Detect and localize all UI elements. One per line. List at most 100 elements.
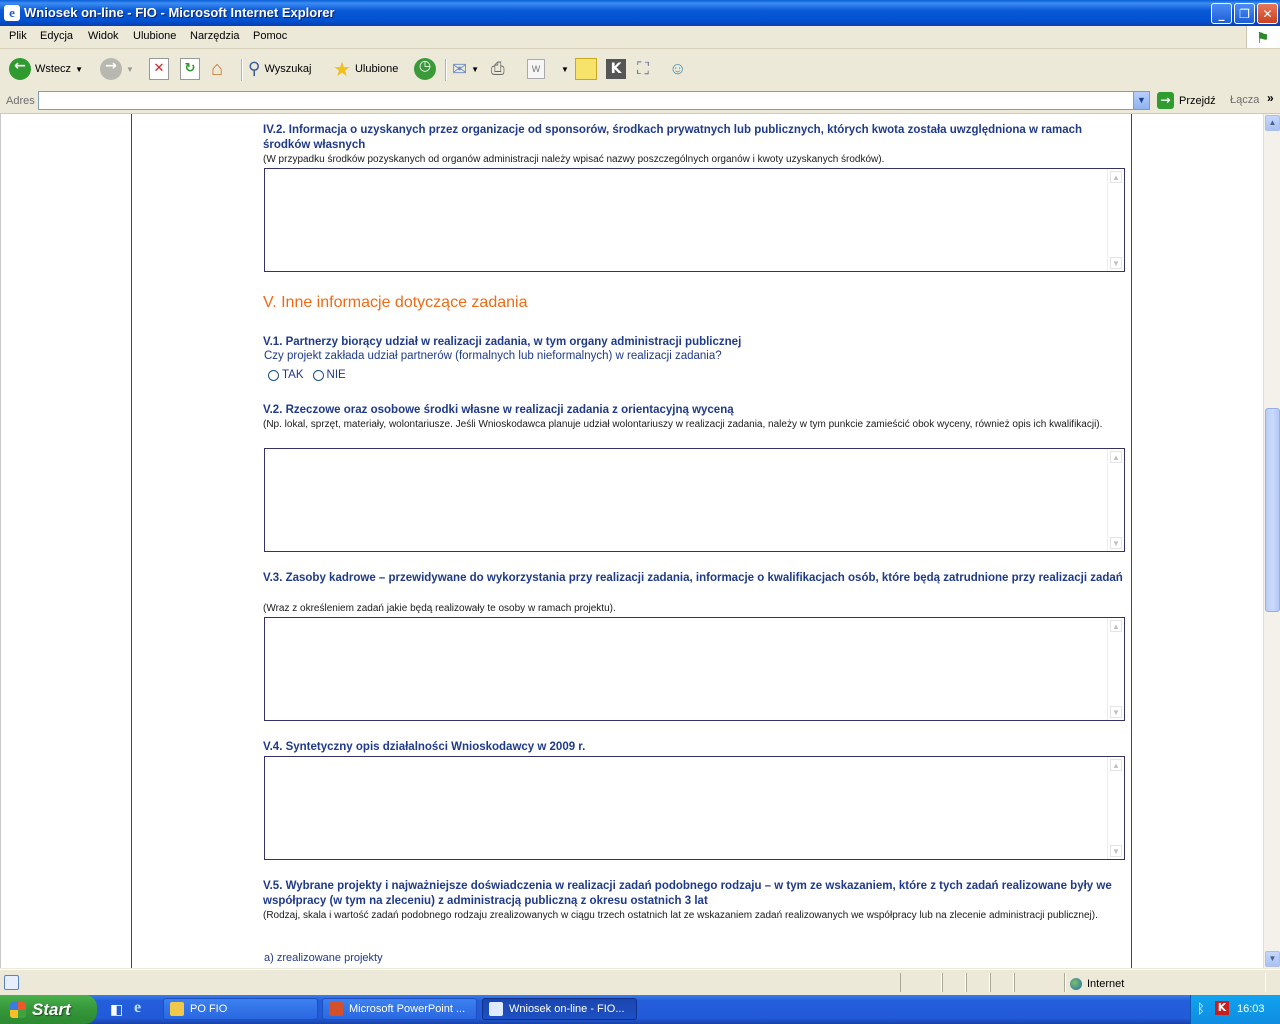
search-button[interactable]: ⚲ Wyszukaj <box>248 57 311 81</box>
home-button[interactable]: ⌂ <box>211 57 223 81</box>
scroll-down-icon[interactable]: ▼ <box>1110 537 1122 549</box>
messenger-button[interactable]: ☺ <box>669 57 686 81</box>
mail-button[interactable]: ✉ ▼ <box>452 57 479 81</box>
v3-textarea[interactable]: ▲ ▼ <box>264 617 1125 721</box>
stop-button[interactable]: ✕ <box>149 57 169 81</box>
close-button[interactable]: ✕ <box>1257 3 1278 24</box>
section-v-title: V. Inne informacje dotyczące zadania <box>263 294 528 311</box>
research-button[interactable]: ⛶ <box>637 57 649 81</box>
scroll-up-icon[interactable]: ▲ <box>1110 620 1122 632</box>
minimize-button[interactable]: _ <box>1211 3 1232 24</box>
scroll-down-icon[interactable]: ▼ <box>1110 845 1122 857</box>
discuss-button[interactable] <box>575 57 597 81</box>
textarea-scrollbar[interactable]: ▲ ▼ <box>1107 449 1124 551</box>
links-label[interactable]: Łącza <box>1230 94 1259 106</box>
refresh-icon: ↻ <box>180 58 200 80</box>
form-frame: IV.2. Informacja o uzyskanych przez orga… <box>131 114 1132 968</box>
taskbar-button-powerpoint[interactable]: Microsoft PowerPoint ... <box>322 998 477 1020</box>
windows-start-icon: . <box>10 1001 26 1018</box>
powerpoint-icon <box>329 1002 343 1016</box>
textarea-scrollbar[interactable]: ▲ ▼ <box>1107 618 1124 720</box>
forward-arrow-icon: → <box>100 58 122 80</box>
messenger-k-button[interactable]: K <box>606 57 626 81</box>
scroll-up-icon[interactable]: ▲ <box>1265 115 1280 131</box>
address-dropdown-icon[interactable]: ▼ <box>1133 92 1149 109</box>
quicklaunch-ie-icon[interactable]: e <box>134 999 141 1017</box>
menu-tools[interactable]: Narzędzia <box>190 30 240 42</box>
v5-heading: V.5. Wybrane projekty i najważniejsze do… <box>263 880 1112 907</box>
scroll-down-icon[interactable]: ▼ <box>1265 951 1280 967</box>
refresh-button[interactable]: ↻ <box>180 57 200 81</box>
scroll-thumb[interactable] <box>1265 408 1280 612</box>
taskbar-button-label: Wniosek on-line - FIO... <box>509 1003 625 1015</box>
start-button[interactable]: . Start <box>0 995 97 1024</box>
taskbar-button-po-fio[interactable]: PO FIO <box>163 998 318 1020</box>
radio-tak[interactable] <box>268 369 279 381</box>
scroll-down-icon[interactable]: ▼ <box>1110 257 1122 269</box>
v4-textarea[interactable]: ▲ ▼ <box>264 756 1125 860</box>
iv2-textarea[interactable]: ▲ ▼ <box>264 168 1125 272</box>
quicklaunch-desktop-icon[interactable]: ◧ <box>110 1001 123 1018</box>
menu-edit[interactable]: Edycja <box>40 30 73 42</box>
radio-nie[interactable] <box>312 369 324 381</box>
maximize-button[interactable]: ❐ <box>1234 3 1255 24</box>
status-panel <box>942 973 966 992</box>
edit-dropdown-icon[interactable]: ▼ <box>561 65 569 74</box>
edit-button[interactable]: W ▼ <box>527 57 569 81</box>
windows-flag-icon: ⚑ <box>1256 30 1270 47</box>
v2-textarea[interactable]: ▲ ▼ <box>264 448 1125 552</box>
print-button[interactable]: ⎙ <box>491 57 505 81</box>
status-panel <box>1014 973 1066 992</box>
v1-radio-group: TAK NIE <box>268 369 346 381</box>
v1-question: Czy projekt zakłada udział partnerów (fo… <box>264 350 722 362</box>
go-button[interactable]: → Przejdź <box>1157 92 1216 109</box>
forward-button[interactable]: → ▼ <box>100 57 134 81</box>
note-icon <box>575 58 597 80</box>
history-icon: ◷ <box>414 58 436 80</box>
security-zone[interactable]: Internet <box>1070 978 1124 990</box>
v5-sub-a: a) zrealizowane projekty <box>264 952 383 964</box>
bluetooth-icon[interactable]: ᛒ <box>1197 1001 1205 1016</box>
radio-tak-label[interactable]: TAK <box>282 369 304 381</box>
menu-file[interactable]: Plik <box>9 30 27 42</box>
v3-heading: V.3. Zasoby kadrowe – przewidywane do wy… <box>263 572 1123 584</box>
title-bar[interactable]: e Wniosek on-line - FIO - Microsoft Inte… <box>0 0 1280 26</box>
scroll-up-icon[interactable]: ▲ <box>1110 171 1122 183</box>
favorites-label: Ulubione <box>354 63 399 75</box>
address-input[interactable] <box>38 91 1150 110</box>
start-label: Start <box>32 999 71 1019</box>
textarea-scrollbar[interactable]: ▲ ▼ <box>1107 757 1124 859</box>
ie-page-icon <box>489 1002 503 1016</box>
page-scrollbar[interactable]: ▲ ▼ <box>1263 114 1280 968</box>
back-button[interactable]: ← Wstecz ▼ <box>9 57 83 81</box>
scroll-up-icon[interactable]: ▲ <box>1110 451 1122 463</box>
zone-label: Internet <box>1087 978 1125 990</box>
menu-favorites[interactable]: Ulubione <box>133 30 176 42</box>
page-content: IV.2. Informacja o uzyskanych przez orga… <box>0 114 1263 968</box>
back-dropdown-icon[interactable]: ▼ <box>75 65 83 74</box>
menu-help[interactable]: Pomoc <box>253 30 287 42</box>
k-icon: K <box>606 59 626 79</box>
scroll-down-icon[interactable]: ▼ <box>1110 706 1122 718</box>
menu-view[interactable]: Widok <box>88 30 119 42</box>
page-status-icon <box>4 975 19 990</box>
links-chevron-icon[interactable]: » <box>1267 91 1274 105</box>
search-icon: ⚲ <box>248 59 261 78</box>
history-button[interactable]: ◷ <box>414 57 436 81</box>
antivirus-k-icon[interactable]: K <box>1215 1001 1229 1015</box>
taskbar-button-label: Microsoft PowerPoint ... <box>349 1003 466 1015</box>
windows-logo: ⚑ <box>1246 26 1280 48</box>
back-arrow-icon: ← <box>9 58 31 80</box>
radio-nie-label[interactable]: NIE <box>327 369 346 381</box>
v3-note: (Wraz z określeniem zadań jakie będą rea… <box>263 603 616 614</box>
forward-dropdown-icon: ▼ <box>126 64 134 74</box>
mail-dropdown-icon[interactable]: ▼ <box>471 65 479 74</box>
messenger-icon: ☺ <box>669 59 687 78</box>
scroll-up-icon[interactable]: ▲ <box>1110 759 1122 771</box>
v2-note: (Np. lokal, sprzęt, materiały, wolontari… <box>263 419 1103 430</box>
textarea-scrollbar[interactable]: ▲ ▼ <box>1107 169 1124 271</box>
favorites-button[interactable]: ★ Ulubione <box>333 57 398 81</box>
iv2-note: (W przypadku środków pozyskanych od orga… <box>263 154 885 165</box>
taskbar-button-ie[interactable]: Wniosek on-line - FIO... <box>482 998 637 1020</box>
go-label: Przejdź <box>1179 94 1216 107</box>
